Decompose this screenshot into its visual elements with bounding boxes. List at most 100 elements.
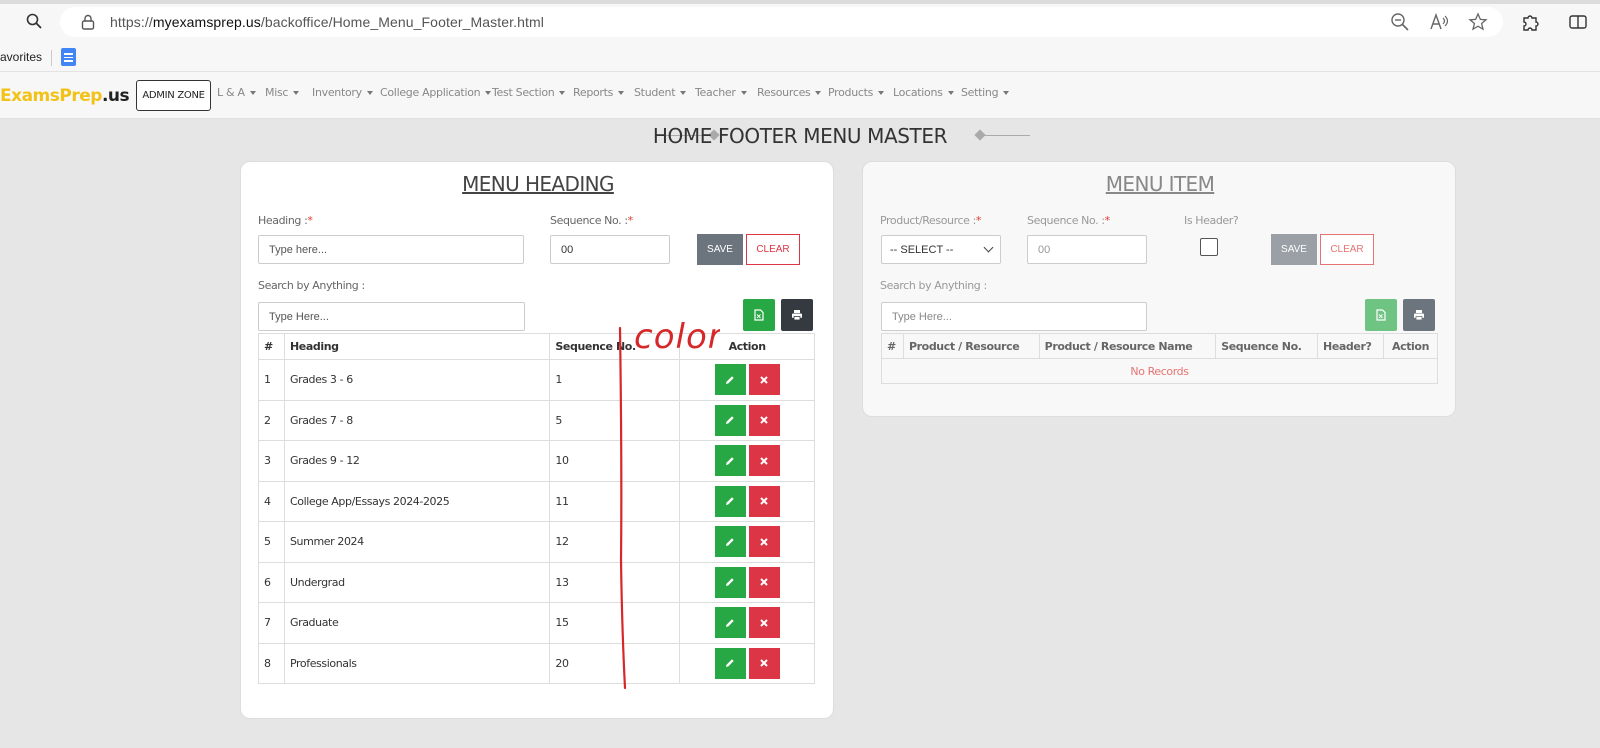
sequence-input[interactable] (550, 235, 670, 264)
caret-down-icon (618, 91, 625, 95)
sequence-label-text: Sequence No. : (550, 214, 628, 227)
required-marker: * (975, 214, 982, 227)
table-row: 6 Undergrad 13 (258, 561, 815, 603)
col-header-sequence[interactable]: Sequence No. (549, 333, 681, 360)
nav-menu-label: Products (828, 86, 874, 99)
extensions-icon[interactable] (1520, 12, 1540, 32)
delete-button[interactable] (748, 445, 780, 477)
nav-menu-inventory[interactable]: Inventory (312, 86, 373, 99)
nav-menu-reports[interactable]: Reports (573, 86, 625, 99)
item-save-button[interactable]: SAVE (1271, 234, 1317, 265)
delete-button[interactable] (748, 404, 780, 436)
row-actions (679, 440, 815, 482)
nav-menu-teacher[interactable]: Teacher (695, 86, 747, 99)
export-excel-button[interactable] (743, 299, 775, 331)
edit-button[interactable] (714, 404, 746, 436)
logo-text-domain: .us (101, 86, 130, 106)
table-header-row: # Product / Resource Product / Resource … (881, 333, 1438, 359)
nav-menu-label: Test Section (492, 86, 555, 99)
google-docs-icon[interactable] (61, 48, 76, 66)
delete-button[interactable] (748, 526, 780, 558)
item-sequence-input[interactable] (1027, 235, 1147, 264)
item-print-button[interactable] (1403, 299, 1435, 331)
col-header-product-resource-name[interactable]: Product / Resource Name (1038, 333, 1217, 359)
sequence-label: Sequence No. :* (550, 214, 633, 227)
delete-button[interactable] (748, 364, 780, 396)
product-resource-label: Product/Resource :* (880, 214, 981, 227)
zoom-out-icon[interactable] (1390, 12, 1410, 32)
row-number: 6 (258, 561, 285, 603)
edit-button[interactable] (714, 566, 746, 598)
nav-menu-college-application[interactable]: College Application (380, 86, 492, 99)
item-clear-button[interactable]: CLEAR (1320, 234, 1374, 265)
nav-menu-products[interactable]: Products (828, 86, 885, 99)
nav-menu-la[interactable]: L & A (217, 86, 256, 99)
item-sequence-label-text: Sequence No. : (1027, 214, 1105, 227)
edit-button[interactable] (714, 485, 746, 517)
edit-button[interactable] (714, 647, 746, 679)
delete-button[interactable] (748, 647, 780, 679)
col-header-product-resource[interactable]: Product / Resource (902, 333, 1040, 359)
read-aloud-icon[interactable] (1429, 12, 1449, 32)
chevron-down-icon (983, 242, 994, 253)
site-logo[interactable]: ExamsPrep.us (0, 86, 130, 106)
pencil-icon (726, 578, 734, 587)
table-row: 7 Graduate 15 (258, 602, 815, 644)
col-header-heading[interactable]: Heading (283, 333, 551, 360)
nav-menu-misc[interactable]: Misc (265, 86, 300, 99)
required-marker: * (627, 214, 634, 227)
delete-button[interactable] (748, 566, 780, 598)
nav-menu-resources[interactable]: Resources (757, 86, 822, 99)
heading-input[interactable] (258, 235, 524, 264)
nav-menu-test-section[interactable]: Test Section (492, 86, 566, 99)
row-heading: Professionals (283, 642, 551, 684)
page-title: HOME FOOTER MENU MASTER (652, 124, 948, 148)
favorites-bar: avorites (0, 44, 1600, 72)
search-icon[interactable] (26, 13, 42, 29)
admin-zone-button[interactable]: ADMIN ZONE (136, 80, 211, 111)
delete-button[interactable] (748, 607, 780, 639)
caret-down-icon (947, 91, 954, 95)
row-actions (679, 642, 815, 684)
row-number: 4 (258, 480, 285, 522)
table-row: 8 Professionals 20 (258, 642, 815, 684)
col-header-sequence[interactable]: Sequence No. (1215, 333, 1319, 359)
save-button[interactable]: SAVE (697, 234, 743, 265)
url-text[interactable]: https://myexamsprep.us/backoffice/Home_M… (110, 14, 544, 30)
delete-button[interactable] (748, 485, 780, 517)
row-heading: Grades 3 - 6 (283, 359, 551, 401)
nav-menu-locations[interactable]: Locations (893, 86, 954, 99)
tab-strip-edge (0, 0, 1600, 4)
item-search-input[interactable] (881, 302, 1147, 331)
col-header-action: Action (679, 333, 815, 360)
search-input[interactable] (258, 302, 525, 331)
caret-down-icon (249, 91, 256, 95)
pencil-icon (726, 376, 734, 384)
col-header-num[interactable]: # (258, 333, 285, 360)
is-header-checkbox[interactable] (1200, 238, 1218, 256)
col-header-action: Action (1383, 333, 1438, 359)
clear-button[interactable]: CLEAR (746, 234, 800, 265)
col-header-num[interactable]: # (881, 333, 904, 359)
row-number: 8 (258, 642, 285, 684)
item-export-excel-button[interactable] (1365, 299, 1397, 331)
select-value: -- SELECT -- (890, 243, 954, 256)
logo-text-brand: ExamsPrep (0, 86, 102, 106)
excel-file-icon (1376, 309, 1386, 321)
edit-button[interactable] (714, 445, 746, 477)
close-icon (760, 497, 768, 505)
edit-button[interactable] (714, 364, 746, 396)
edit-button[interactable] (714, 526, 746, 558)
edit-button[interactable] (714, 607, 746, 639)
product-resource-select[interactable]: -- SELECT -- (881, 235, 1001, 264)
print-button[interactable] (781, 299, 813, 331)
favorite-star-icon[interactable] (1468, 12, 1488, 32)
col-header-header[interactable]: Header? (1317, 333, 1384, 359)
nav-menu-setting[interactable]: Setting (961, 86, 1010, 99)
nav-menu-student[interactable]: Student (634, 86, 687, 99)
row-heading: Graduate (283, 602, 551, 644)
menu-item-title: MENU ITEM (1105, 172, 1215, 196)
split-screen-icon[interactable] (1568, 12, 1588, 32)
favorites-label[interactable]: avorites (0, 50, 42, 64)
lock-icon[interactable] (80, 13, 96, 31)
